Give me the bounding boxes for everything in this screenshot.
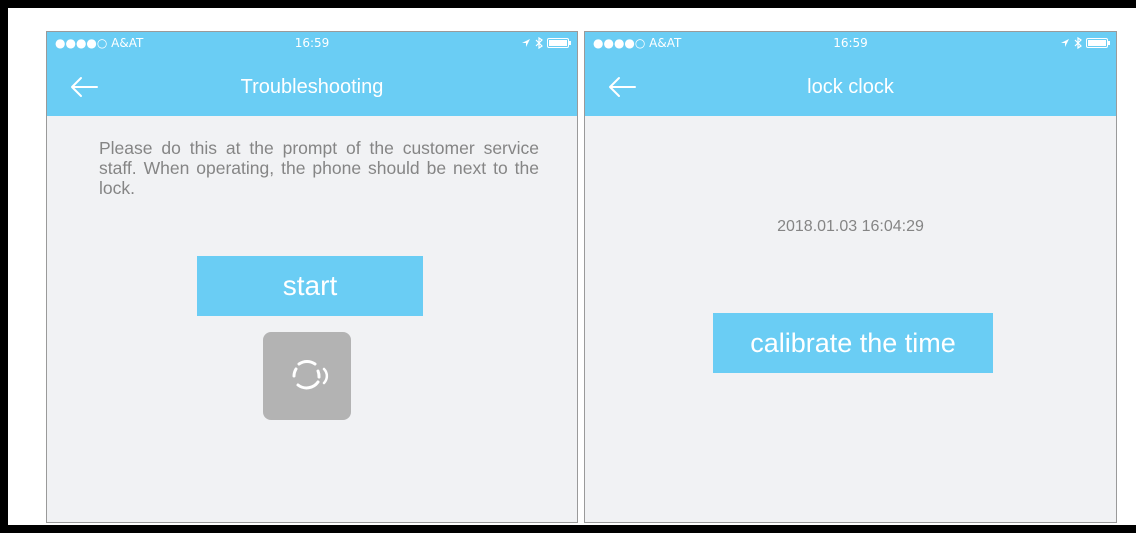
page-title: Troubleshooting	[240, 76, 384, 98]
page-title: lock clock	[807, 76, 894, 98]
status-bar: ●●●●○ A&AT 16:59	[47, 32, 577, 54]
location-icon	[522, 39, 530, 47]
instructions-text: Please do this at the prompt of the cust…	[99, 138, 539, 198]
header-bar: ●●●●○ A&AT 16:59 Troubleshooting	[47, 32, 577, 116]
battery-icon	[1086, 38, 1110, 48]
lock-datetime: 2018.01.03 16:04:29	[777, 218, 924, 235]
start-button[interactable]: start	[197, 256, 423, 316]
bluetooth-icon	[535, 37, 543, 49]
header-bar: ●●●●○ A&AT 16:59 lock clock	[585, 32, 1116, 116]
status-bar: ●●●●○ A&AT 16:59	[585, 32, 1116, 54]
calibrate-time-button[interactable]: calibrate the time	[713, 313, 993, 373]
battery-icon	[547, 38, 571, 48]
page-sheet: ●●●●○ A&AT 16:59 Troubleshooting Please …	[8, 8, 1136, 525]
bluetooth-icon	[1074, 37, 1082, 49]
location-icon	[1061, 39, 1069, 47]
status-icons	[521, 32, 571, 54]
lock-clock-screen: ●●●●○ A&AT 16:59 lock clock 2018.01.03 1…	[584, 31, 1117, 523]
status-icons	[1060, 32, 1110, 54]
status-time: 16:59	[833, 36, 868, 50]
unlock-button[interactable]	[263, 332, 351, 420]
troubleshooting-screen: ●●●●○ A&AT 16:59 Troubleshooting Please …	[46, 31, 578, 523]
status-time: 16:59	[294, 36, 330, 50]
bluetooth-unlock-icon	[292, 359, 329, 390]
